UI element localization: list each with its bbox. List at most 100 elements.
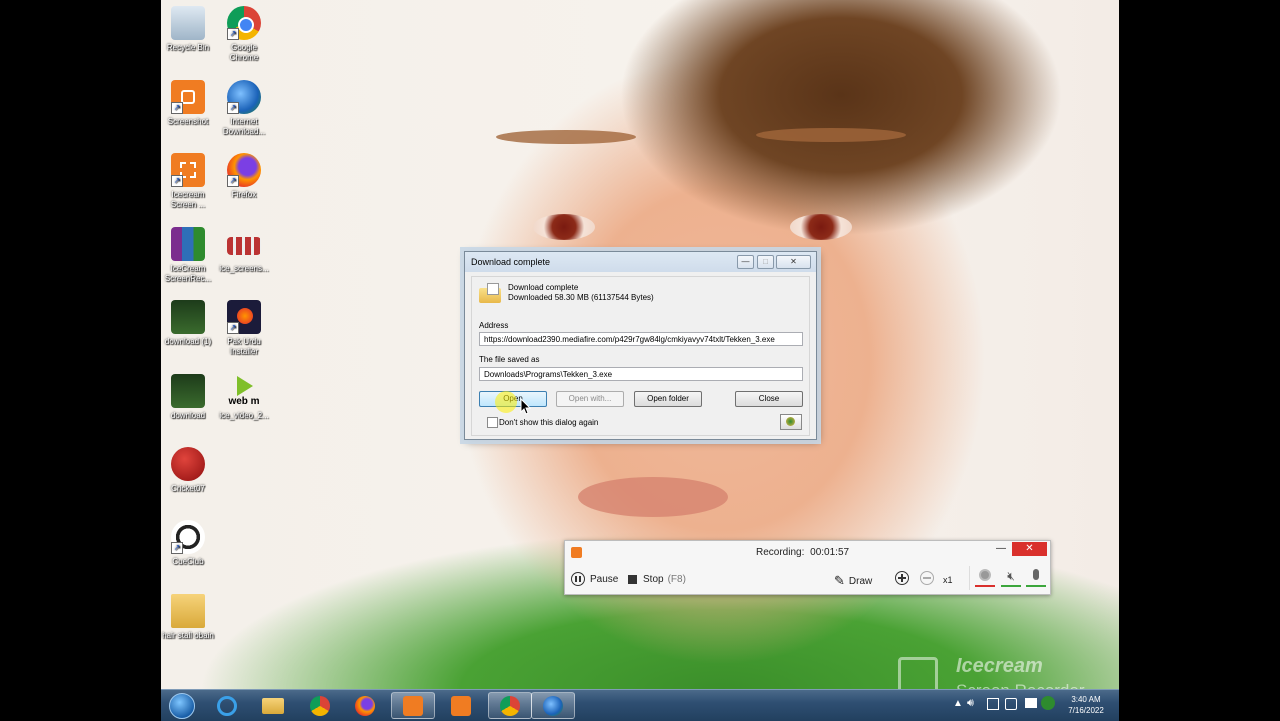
zoom-in-icon[interactable] <box>895 571 909 585</box>
desktop-icon-cueclub[interactable]: ↗ CueClub <box>160 520 216 567</box>
minimize-recorder-button[interactable]: — <box>996 543 1006 554</box>
wallpaper-detail <box>533 214 595 240</box>
idm-icon <box>543 695 563 716</box>
pak-urdu-icon: ↗ <box>227 300 261 334</box>
desktop-icon-label: ice_video_2... <box>219 411 269 420</box>
taskbar-chrome[interactable] <box>301 692 339 719</box>
taskbar-chrome-window[interactable] <box>488 692 532 719</box>
desktop-icon-icecream-rec[interactable]: IceCream ScreenRec... <box>160 227 216 284</box>
clock[interactable]: 3:40 AM 7/16/2022 <box>1059 694 1113 716</box>
idm-icon: ↗ <box>227 80 261 114</box>
stop-hotkey: (F8) <box>667 574 686 585</box>
desktop-icon-label: Firefox <box>231 190 257 199</box>
desktop-icon-ice-screens[interactable]: ice_screens... <box>216 227 272 274</box>
shortcut-arrow-icon: ↗ <box>227 175 239 187</box>
pencil-icon: ✎ <box>834 573 845 588</box>
recorder-panel: Recording: 00:01:57 — ✕ Pause Stop (F8) … <box>564 540 1051 595</box>
shortcut-arrow-icon: ↗ <box>171 175 183 187</box>
desktop-icon-pak-urdu[interactable]: ↗ Pak Urdu Installer <box>216 300 272 357</box>
image-thumb-icon <box>171 374 205 408</box>
network-icon[interactable] <box>987 698 999 710</box>
close-button[interactable]: Close <box>735 391 803 407</box>
wallpaper-detail <box>756 128 906 142</box>
taskbar-firefox[interactable] <box>346 692 384 719</box>
close-window-button[interactable]: ✕ <box>776 255 811 269</box>
chrome-icon: ↗ <box>227 6 261 40</box>
internet-explorer-icon <box>217 695 237 716</box>
desktop-icon-label: Pak Urdu Installer <box>227 337 261 356</box>
dialog-title: Download complete <box>471 257 551 267</box>
tray-app-icon[interactable] <box>1025 698 1037 708</box>
desktop-icon-idm[interactable]: ↗ Internet Download... <box>216 80 272 137</box>
desktop-icon-screenshot[interactable]: ↗ Screenshot <box>160 80 216 127</box>
desktop-icon-recycle-bin[interactable]: Recycle Bin <box>160 6 216 53</box>
shortcut-arrow-icon: ↗ <box>227 322 239 334</box>
dialog-header-title: Download complete <box>508 283 579 292</box>
stop-button[interactable]: Stop (F8) <box>628 574 686 585</box>
start-button[interactable] <box>165 692 199 719</box>
minimize-button[interactable]: — <box>737 255 754 269</box>
close-recorder-button[interactable]: ✕ <box>1012 542 1047 556</box>
idm-settings-icon[interactable] <box>780 414 802 430</box>
action-center-icon[interactable] <box>1005 698 1017 710</box>
open-folder-button[interactable]: Open folder <box>634 391 702 407</box>
desktop-icon-download[interactable]: download <box>160 374 216 421</box>
desktop-icon-label: CueClub <box>172 557 204 566</box>
dialog-titlebar[interactable]: Download complete — □ ✕ <box>465 252 816 272</box>
open-folder-label: Open folder <box>647 394 689 403</box>
stop-label: Stop <box>643 574 664 585</box>
recording-status: Recording: 00:01:57 <box>756 547 849 558</box>
idm-tray-icon[interactable] <box>1041 696 1055 710</box>
zoom-out-icon[interactable] <box>920 571 934 585</box>
desktop-icon-label: download (1) <box>164 337 212 346</box>
draw-button[interactable]: ✎ Draw <box>834 573 872 589</box>
recording-time: 00:01:57 <box>810 547 850 558</box>
desktop-icon-chrome[interactable]: ↗ Google Chrome <box>216 6 272 63</box>
clock-date: 7/16/2022 <box>1068 706 1104 715</box>
desktop-icon-download-1[interactable]: download (1) <box>160 300 216 347</box>
close-button-label: Close <box>758 394 780 403</box>
wallpaper-detail <box>790 214 852 240</box>
desktop-icon-cricket[interactable]: Cricket07 <box>160 447 216 494</box>
microphone-button[interactable] <box>1026 569 1046 587</box>
open-with-button[interactable]: Open with... <box>556 391 624 407</box>
draw-label: Draw <box>848 575 873 587</box>
folder-icon <box>262 697 284 714</box>
taskbar-file-explorer[interactable] <box>254 692 292 719</box>
show-hidden-icons[interactable]: ▲ <box>953 698 963 709</box>
webm-text: web m <box>228 396 260 407</box>
dont-show-checkbox[interactable] <box>487 417 498 428</box>
desktop-icon-label: IceCream ScreenRec... <box>164 264 212 283</box>
webm-icon: web m <box>227 374 261 408</box>
desktop-icon-label: Internet Download... <box>222 117 266 136</box>
pause-button[interactable]: Pause <box>571 572 618 586</box>
cueclub-icon: ↗ <box>171 520 205 554</box>
desktop-icon-folder[interactable]: hair stall obain <box>160 594 216 641</box>
desktop-icon-label: ice_screens... <box>219 264 269 273</box>
taskbar-idm[interactable] <box>531 692 575 719</box>
chrome-icon <box>500 695 520 716</box>
desktop-icon-firefox[interactable]: ↗ Firefox <box>216 153 272 200</box>
webcam-button[interactable] <box>975 569 995 587</box>
download-size-text: Downloaded 58.30 MB (61137544 Bytes) <box>508 293 654 302</box>
speaker-mute-button[interactable]: 🔇︎ <box>1001 569 1021 587</box>
folder-icon <box>171 594 205 628</box>
recording-label: Recording: <box>756 547 805 558</box>
icecream-icon <box>403 695 423 716</box>
wallpaper-detail <box>578 477 728 517</box>
volume-icon[interactable]: 🔊︎ <box>967 697 974 710</box>
desktop-icon-label: download <box>170 411 206 420</box>
desktop-icon-ice-video[interactable]: web m ice_video_2... <box>216 374 272 421</box>
maximize-button[interactable]: □ <box>757 255 774 269</box>
taskbar-screenshot[interactable] <box>439 692 483 719</box>
taskbar-internet-explorer[interactable] <box>208 692 246 719</box>
taskbar-icecream-recorder[interactable] <box>391 692 435 719</box>
taskbar: ▲ 🔊︎ 3:40 AM 7/16/2022 <box>161 689 1119 721</box>
dont-show-label: Don't show this dialog again <box>499 418 599 427</box>
microphone-icon <box>1033 569 1039 580</box>
desktop-icon-icecream[interactable]: ↗ Icecream Screen ... <box>160 153 216 210</box>
shortcut-arrow-icon: ↗ <box>171 102 183 114</box>
address-field[interactable]: https://download2390.mediafire.com/p429r… <box>479 332 803 346</box>
saved-path-field[interactable]: Downloads\Programs\Tekken_3.exe <box>479 367 803 381</box>
desktop-icon-label: Screenshot <box>167 117 209 126</box>
